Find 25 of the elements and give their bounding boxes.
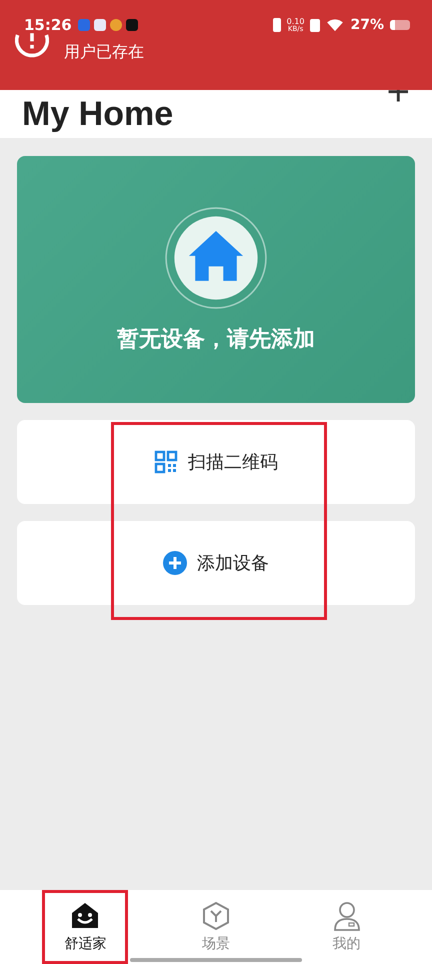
toast-message: 用户已存在 [64, 42, 144, 63]
wifi-icon [326, 18, 344, 32]
app-notification-icon [94, 19, 106, 31]
app-notification-icon [78, 19, 90, 31]
page-title: My Home [22, 94, 174, 134]
action-card[interactable]: 添加设备 [17, 521, 415, 605]
person-icon [332, 901, 362, 931]
battery-icon [390, 20, 410, 30]
smiling-house-icon [70, 901, 100, 931]
app-notification-icon [110, 19, 122, 31]
battery-level: 27% [350, 17, 384, 33]
vibrate-icon [272, 18, 281, 32]
qr-code-icon [154, 450, 178, 474]
nav-tab[interactable]: 场景 [172, 890, 259, 964]
house-icon [164, 206, 268, 310]
nav-tab[interactable]: 舒适家 [42, 890, 128, 964]
action-card[interactable]: 扫描二维码 [17, 420, 415, 504]
nav-tab[interactable]: 我的 [304, 890, 390, 964]
net-speed: 0.10 [286, 18, 304, 26]
sim-icon [310, 18, 320, 32]
plus-circle-icon [163, 551, 187, 575]
app-notification-icon [126, 19, 138, 31]
empty-message: 暂无设备，请先添加 [117, 326, 315, 354]
hexagon-icon [200, 901, 231, 931]
clock: 15:26 [24, 16, 72, 34]
